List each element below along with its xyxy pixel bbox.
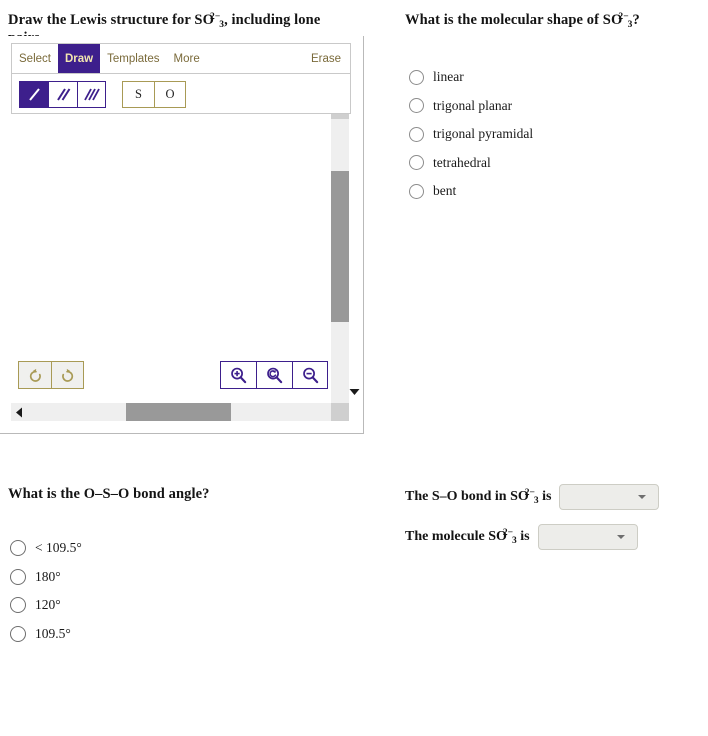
zoom-button-group — [220, 361, 328, 389]
angle-option-label: 120° — [35, 597, 61, 613]
toolbar-tool-strip: S O — [12, 74, 350, 114]
radio-icon[interactable] — [409, 126, 424, 142]
zoom-reset-button[interactable] — [256, 361, 292, 389]
radio-icon[interactable] — [10, 625, 26, 642]
triple-bond-tool[interactable] — [77, 80, 106, 108]
history-button-group — [18, 361, 84, 389]
atom-tool-oxygen[interactable]: O — [154, 80, 186, 108]
canvas-vertical-scrollbar[interactable] — [331, 119, 349, 403]
angle-option-label: 180° — [35, 568, 61, 584]
angle-options-list: < 109.5° 180° 120° 109.5° — [10, 534, 82, 648]
tab-more[interactable]: More — [167, 44, 207, 73]
horizontal-scroll-track[interactable] — [27, 403, 333, 421]
radio-icon[interactable] — [409, 155, 424, 171]
shape-question-prompt: What is the molecular shape of SO2−3? — [405, 12, 695, 30]
radio-icon[interactable] — [10, 540, 26, 557]
canvas-horizontal-scrollbar[interactable] — [11, 403, 349, 421]
radio-icon[interactable] — [409, 98, 424, 114]
bond-statement-text: The S–O bond in SO2−3 is — [405, 488, 552, 506]
angle-option-120[interactable]: 120° — [10, 591, 82, 620]
chevron-down-icon — [616, 535, 625, 539]
radio-icon[interactable] — [10, 597, 26, 614]
radio-icon[interactable] — [409, 69, 424, 85]
undo-button[interactable] — [18, 361, 51, 389]
editor-toolbar: Select Draw Templates More Erase S O — [11, 43, 351, 114]
bond-tool-group — [19, 80, 106, 108]
lewis-formula: SO2−3 — [194, 12, 225, 31]
lewis-prompt-pre: Draw the Lewis structure for — [8, 12, 195, 28]
bond-polarity-statement: The S–O bond in SO2−3 is — [405, 484, 660, 510]
shape-option-trigonal-pyramidal[interactable]: trigonal pyramidal — [409, 120, 533, 149]
shape-options-list: linear trigonal planar trigonal pyramida… — [409, 63, 533, 206]
shape-option-label: bent — [433, 183, 457, 199]
redo-button[interactable] — [51, 361, 84, 389]
scroll-left-arrow-icon[interactable] — [11, 403, 27, 421]
angle-question-prompt: What is the O–S–O bond angle? — [8, 486, 210, 502]
horizontal-scroll-thumb[interactable] — [126, 403, 231, 421]
erase-button[interactable]: Erase — [304, 44, 350, 73]
atom-tool-group: S O — [122, 80, 186, 108]
atom-label-s: S — [135, 86, 142, 101]
scrollbar-corner — [331, 403, 349, 421]
tab-select[interactable]: Select — [12, 44, 58, 73]
bond-polarity-dropdown[interactable] — [559, 484, 660, 510]
shape-option-trigonal-planar[interactable]: trigonal planar — [409, 92, 533, 121]
molecule-polarity-statement: The molecule SO2−3 is — [405, 524, 638, 550]
shape-formula: SO2−3 — [602, 12, 633, 31]
shape-option-label: tetrahedral — [433, 154, 491, 170]
shape-option-linear[interactable]: linear — [409, 63, 533, 92]
shape-prompt-post: ? — [632, 12, 640, 28]
angle-option-less-than-109[interactable]: < 109.5° — [10, 534, 82, 563]
zoom-in-button[interactable] — [220, 361, 256, 389]
angle-option-label: 109.5° — [35, 625, 71, 641]
molecule-statement-text: The molecule SO2−3 is — [405, 528, 530, 546]
molecule-statement-formula: SO2−3 — [488, 528, 517, 546]
shape-option-label: trigonal planar — [433, 97, 513, 113]
shape-option-label: trigonal pyramidal — [433, 126, 534, 142]
radio-icon[interactable] — [409, 183, 424, 199]
shape-option-tetrahedral[interactable]: tetrahedral — [409, 149, 533, 178]
radio-icon[interactable] — [10, 568, 26, 585]
tab-templates[interactable]: Templates — [100, 44, 166, 73]
vertical-scroll-thumb[interactable] — [331, 171, 349, 322]
scroll-down-arrow-icon[interactable] — [345, 385, 363, 399]
single-bond-tool[interactable] — [19, 80, 48, 108]
double-bond-tool[interactable] — [48, 80, 77, 108]
molecule-polarity-dropdown[interactable] — [537, 524, 638, 550]
bond-statement-formula: SO2−3 — [510, 488, 539, 506]
tab-draw[interactable]: Draw — [57, 44, 101, 73]
angle-option-109[interactable]: 109.5° — [10, 620, 82, 649]
chevron-down-icon — [638, 495, 647, 499]
shape-option-label: linear — [433, 69, 464, 85]
zoom-out-button[interactable] — [292, 361, 328, 389]
atom-label-o: O — [165, 86, 175, 101]
lewis-editor-panel: Select Draw Templates More Erase S O — [0, 36, 364, 434]
toolbar-tab-strip: Select Draw Templates More Erase — [12, 44, 350, 74]
atom-tool-sulfur[interactable]: S — [122, 80, 154, 108]
angle-option-label: < 109.5° — [35, 540, 82, 556]
shape-option-bent[interactable]: bent — [409, 177, 533, 206]
angle-option-180[interactable]: 180° — [10, 563, 82, 592]
shape-prompt-pre: What is the molecular shape of — [405, 12, 603, 28]
